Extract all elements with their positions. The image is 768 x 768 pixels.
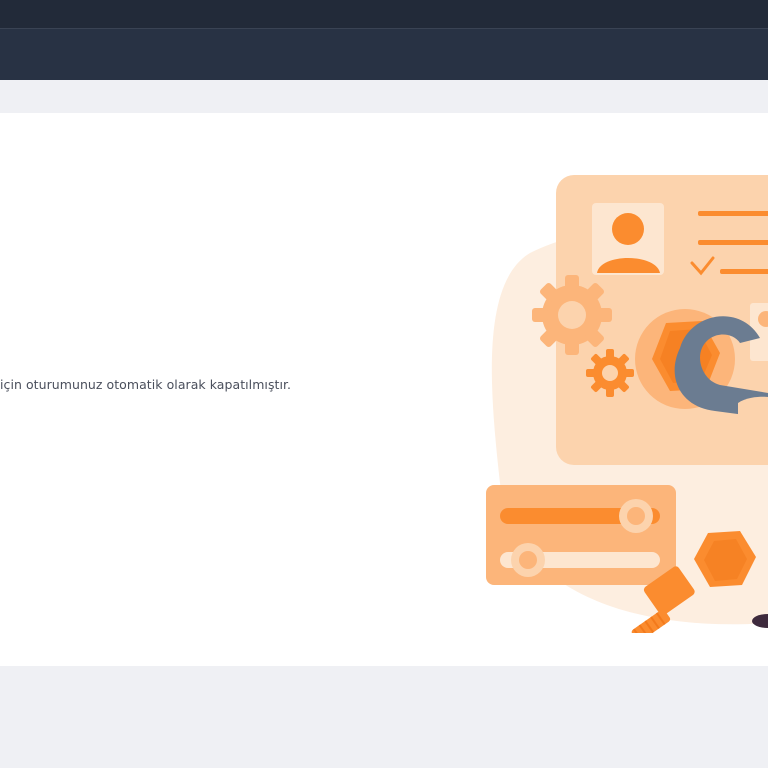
session-closed-message: için oturumunuz otomatik olarak kapatılm… (0, 377, 292, 392)
session-ended-card: için oturumunuz otomatik olarak kapatılm… (0, 113, 768, 666)
navigation-bar (0, 29, 768, 80)
maintenance-illustration-icon (486, 175, 768, 633)
top-bar (0, 0, 768, 29)
